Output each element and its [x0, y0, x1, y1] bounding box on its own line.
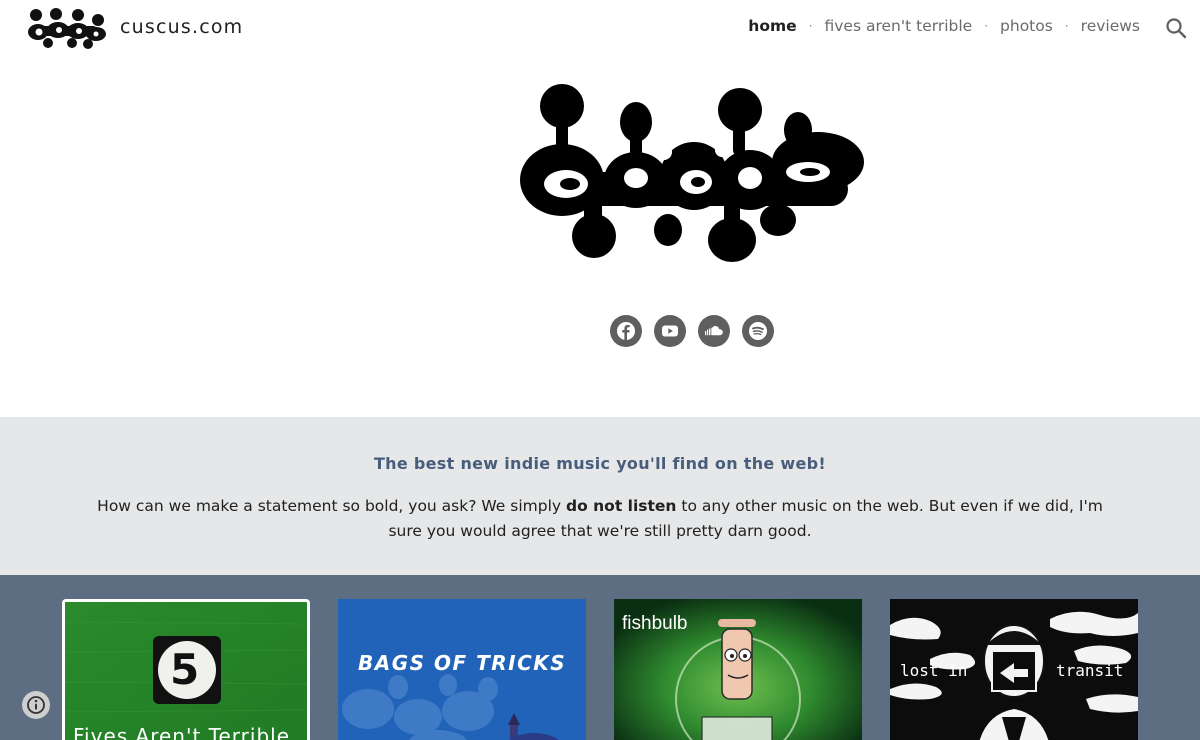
facebook-icon[interactable] [610, 315, 642, 347]
album-title: BAGS OF TRICKS [358, 651, 567, 675]
album-card-fives-arent-terrible[interactable]: 5 Fives Aren't Terrible [62, 599, 310, 740]
album-title: Fives Aren't Terrible [73, 724, 290, 740]
nav-separator: · [984, 19, 989, 33]
soundcloud-icon[interactable] [698, 315, 730, 347]
spotify-icon[interactable] [742, 315, 774, 347]
search-icon[interactable] [1164, 16, 1188, 40]
nav-separator: · [1064, 19, 1069, 33]
album-title-part-1: lost in [900, 661, 968, 680]
nav-separator: · [808, 19, 813, 33]
facebook-glyph-icon [617, 322, 635, 340]
info-icon [27, 696, 45, 714]
album-title-part-2: transit [1056, 661, 1124, 680]
nav-reviews[interactable]: reviews [1081, 17, 1140, 35]
site-info-button[interactable] [22, 691, 50, 719]
intro-text-bold: do not listen [566, 497, 677, 515]
spotify-glyph-icon [749, 322, 767, 340]
hero-logo-icon [520, 84, 864, 262]
album-card-fishbulb[interactable]: fishbulb [614, 599, 862, 740]
nav-home[interactable]: home [748, 17, 796, 35]
nav-fives-arent-terrible[interactable]: fives aren't terrible [824, 17, 972, 35]
intro-text-start: How can we make a statement so bold, you… [97, 497, 566, 515]
site-name[interactable]: cuscus.com [120, 16, 243, 38]
intro-text: How can we make a statement so bold, you… [80, 494, 1120, 544]
album-card-bags-of-tricks[interactable]: BAGS OF TRICKS [338, 599, 586, 740]
social-links [610, 315, 774, 347]
nav-photos[interactable]: photos [1000, 17, 1053, 35]
youtube-icon[interactable] [654, 315, 686, 347]
album-strip: 5 Fives Aren't Terrible BAGS OF TRICKS f… [0, 575, 1200, 740]
intro-heading: The best new indie music you'll find on … [373, 454, 827, 473]
site-header: cuscus.com home · fives aren't terrible … [0, 0, 1200, 56]
soundcloud-glyph-icon [705, 326, 723, 336]
album-badge-number: 5 [170, 645, 201, 694]
album-title: fishbulb [622, 613, 688, 634]
intro-section: The best new indie music you'll find on … [0, 417, 1200, 575]
album-card-lost-in-transit[interactable]: lost in transit [890, 599, 1138, 740]
youtube-glyph-icon [662, 325, 678, 337]
blob-logo-icon[interactable] [26, 6, 108, 50]
main-nav: home · fives aren't terrible · photos · … [748, 17, 1140, 35]
